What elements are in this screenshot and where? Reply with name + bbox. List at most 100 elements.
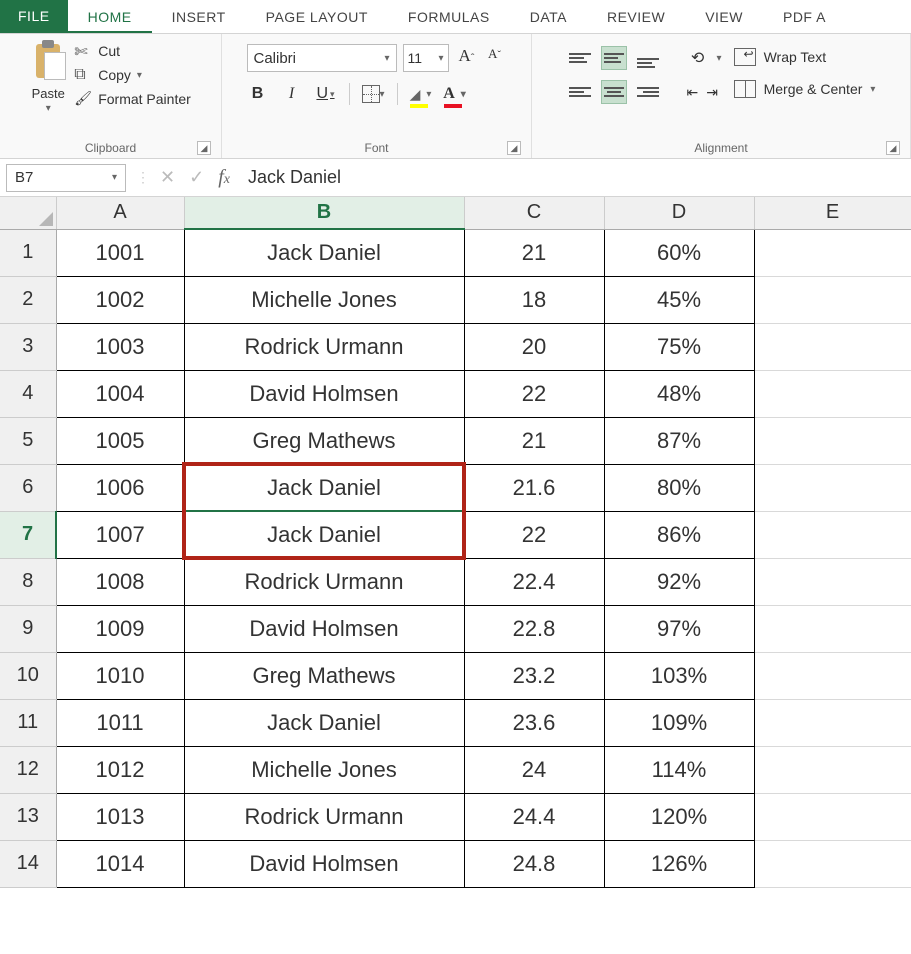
cell-D8[interactable]: 92% — [604, 558, 754, 605]
orientation-button[interactable] — [687, 46, 709, 70]
dialog-launcher-icon[interactable]: ◢ — [507, 141, 521, 155]
cell-B10[interactable]: Greg Mathews — [184, 652, 464, 699]
row-header-6[interactable]: 6 — [0, 464, 56, 511]
row-header-8[interactable]: 8 — [0, 558, 56, 605]
cell-B13[interactable]: Rodrick Urmann — [184, 793, 464, 840]
cell-A11[interactable]: 1011 — [56, 699, 184, 746]
cell-D6[interactable]: 80% — [604, 464, 754, 511]
fill-color-button[interactable]: ▾ — [410, 82, 432, 106]
cancel-formula-icon[interactable]: ✕ — [160, 167, 175, 188]
chevron-down-icon[interactable]: ▾ — [717, 53, 722, 64]
cell-D9[interactable]: 97% — [604, 605, 754, 652]
chevron-down-icon[interactable]: ▾ — [461, 89, 466, 100]
dialog-launcher-icon[interactable]: ◢ — [886, 141, 900, 155]
align-center-button[interactable] — [601, 80, 627, 104]
column-header-D[interactable]: D — [604, 197, 754, 229]
tab-insert[interactable]: INSERT — [152, 1, 246, 33]
tab-view[interactable]: VIEW — [685, 1, 763, 33]
cell-E2[interactable] — [754, 276, 911, 323]
chevron-down-icon[interactable]: ▾ — [137, 70, 142, 81]
decrease-indent-button[interactable]: ⇤ — [687, 84, 699, 101]
column-header-C[interactable]: C — [464, 197, 604, 229]
cell-D3[interactable]: 75% — [604, 323, 754, 370]
select-all-corner[interactable] — [0, 197, 56, 229]
increase-indent-button[interactable]: ⇥ — [706, 84, 718, 101]
align-middle-button[interactable] — [601, 46, 627, 70]
name-box[interactable]: B7 ▾ — [6, 164, 126, 192]
bold-button[interactable]: B — [247, 82, 269, 106]
cell-C4[interactable]: 22 — [464, 370, 604, 417]
cell-A10[interactable]: 1010 — [56, 652, 184, 699]
cell-A3[interactable]: 1003 — [56, 323, 184, 370]
cell-E11[interactable] — [754, 699, 911, 746]
cell-C11[interactable]: 23.6 — [464, 699, 604, 746]
cell-E10[interactable] — [754, 652, 911, 699]
tab-formulas[interactable]: FORMULAS — [388, 1, 510, 33]
cell-E12[interactable] — [754, 746, 911, 793]
cell-C5[interactable]: 21 — [464, 417, 604, 464]
format-painter-button[interactable]: Format Painter — [74, 90, 191, 108]
row-header-9[interactable]: 9 — [0, 605, 56, 652]
cell-D10[interactable]: 103% — [604, 652, 754, 699]
cell-D13[interactable]: 120% — [604, 793, 754, 840]
cell-E9[interactable] — [754, 605, 911, 652]
cell-B4[interactable]: David Holmsen — [184, 370, 464, 417]
cell-C6[interactable]: 21.6 — [464, 464, 604, 511]
row-header-11[interactable]: 11 — [0, 699, 56, 746]
align-left-button[interactable] — [567, 80, 593, 104]
cell-A1[interactable]: 1001 — [56, 229, 184, 276]
tab-pdf[interactable]: PDF A — [763, 1, 846, 33]
font-size-select[interactable]: 11 ▾ — [403, 44, 449, 72]
row-header-2[interactable]: 2 — [0, 276, 56, 323]
cell-E8[interactable] — [754, 558, 911, 605]
shrink-font-button[interactable]: Aˇ — [483, 46, 507, 70]
cell-A2[interactable]: 1002 — [56, 276, 184, 323]
row-header-5[interactable]: 5 — [0, 417, 56, 464]
cell-A7[interactable]: 1007 — [56, 511, 184, 558]
cell-E5[interactable] — [754, 417, 911, 464]
paste-button[interactable]: Paste ▾ — [30, 40, 66, 114]
cell-D14[interactable]: 126% — [604, 840, 754, 887]
cell-B12[interactable]: Michelle Jones — [184, 746, 464, 793]
cell-D7[interactable]: 86% — [604, 511, 754, 558]
align-right-button[interactable] — [635, 80, 661, 104]
align-top-button[interactable] — [567, 46, 593, 70]
chevron-down-icon[interactable]: ▾ — [384, 53, 389, 64]
copy-button[interactable]: Copy ▾ — [74, 66, 191, 84]
column-header-B[interactable]: B — [184, 197, 464, 229]
row-header-7[interactable]: 7 — [0, 511, 56, 558]
cell-B9[interactable]: David Holmsen — [184, 605, 464, 652]
row-header-4[interactable]: 4 — [0, 370, 56, 417]
grow-font-button[interactable]: Aˆ — [455, 46, 479, 70]
cell-C9[interactable]: 22.8 — [464, 605, 604, 652]
formula-input[interactable]: Jack Daniel — [240, 164, 905, 192]
cell-C10[interactable]: 23.2 — [464, 652, 604, 699]
chevron-down-icon[interactable]: ▾ — [870, 84, 875, 95]
column-header-E[interactable]: E — [754, 197, 911, 229]
merge-center-button[interactable]: Merge & Center ▾ — [734, 80, 876, 98]
row-header-14[interactable]: 14 — [0, 840, 56, 887]
chevron-down-icon[interactable]: ▾ — [438, 53, 443, 64]
row-header-10[interactable]: 10 — [0, 652, 56, 699]
cell-E1[interactable] — [754, 229, 911, 276]
chevron-down-icon[interactable]: ▾ — [46, 103, 51, 114]
cell-A4[interactable]: 1004 — [56, 370, 184, 417]
cell-D5[interactable]: 87% — [604, 417, 754, 464]
wrap-text-button[interactable]: Wrap Text — [734, 48, 876, 66]
accept-formula-icon[interactable]: ✓ — [189, 167, 204, 188]
cell-A5[interactable]: 1005 — [56, 417, 184, 464]
cell-E6[interactable] — [754, 464, 911, 511]
tab-file[interactable]: FILE — [0, 0, 68, 33]
underline-button[interactable]: U — [315, 82, 337, 106]
cell-D4[interactable]: 48% — [604, 370, 754, 417]
tab-home[interactable]: HOME — [68, 1, 152, 33]
row-header-13[interactable]: 13 — [0, 793, 56, 840]
column-header-A[interactable]: A — [56, 197, 184, 229]
cell-E7[interactable] — [754, 511, 911, 558]
chevron-down-icon[interactable]: ▾ — [426, 89, 431, 100]
cell-C12[interactable]: 24 — [464, 746, 604, 793]
cell-C13[interactable]: 24.4 — [464, 793, 604, 840]
row-header-1[interactable]: 1 — [0, 229, 56, 276]
font-color-button[interactable]: A ▾ — [444, 82, 466, 106]
chevron-down-icon[interactable]: ▾ — [380, 89, 385, 100]
